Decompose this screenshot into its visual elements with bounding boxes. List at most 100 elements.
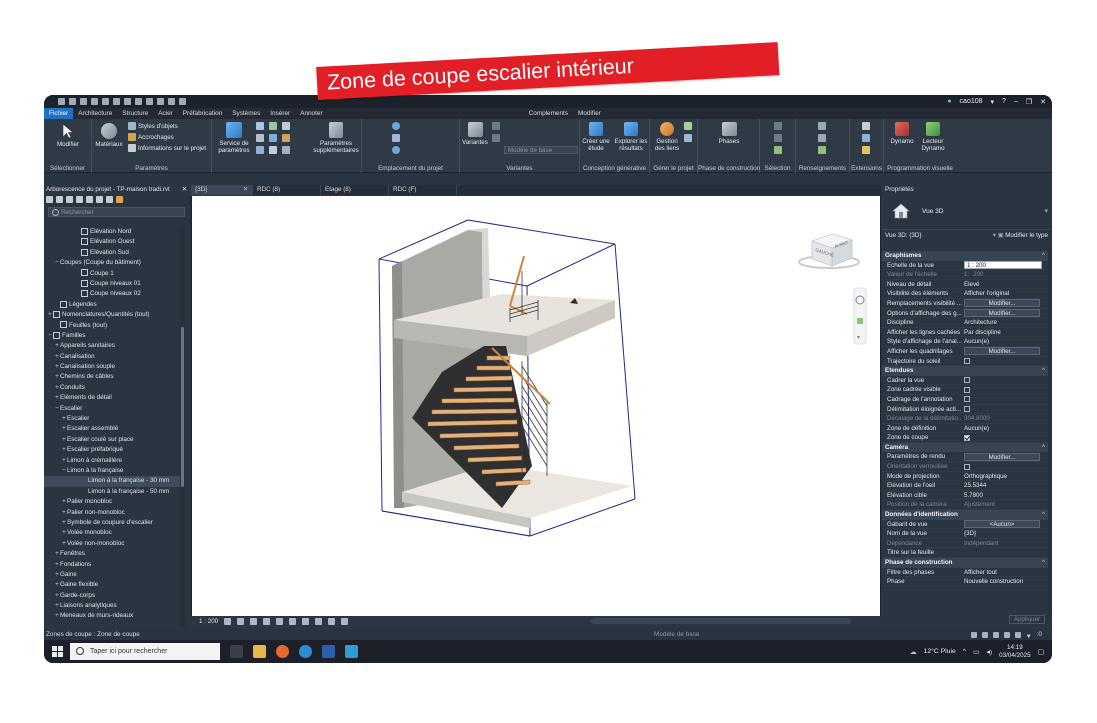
property-checkbox[interactable] [964,396,970,403]
visual-style-icon[interactable] [237,618,245,625]
section-icon[interactable] [168,98,175,105]
property-value[interactable]: {3D} [962,529,1048,538]
location-button[interactable] [392,122,402,130]
panel-schedules-icon[interactable] [269,146,277,154]
position-button[interactable] [392,146,402,154]
property-value[interactable]: <Aucun> [962,520,1048,529]
coordinates-button[interactable] [392,134,402,142]
creer-etude-button[interactable]: Créer une étude [580,122,612,152]
select-pinned-icon[interactable] [992,631,999,638]
browser-close-icon[interactable]: ✕ [182,185,189,194]
service-parametres-button[interactable]: Service de paramètres [216,122,252,154]
select-tool-2[interactable] [774,134,784,142]
tree-item[interactable]: +Gaine flexible [44,580,182,590]
browser-tool-icon[interactable] [76,195,83,203]
structural-settings-icon[interactable] [282,134,290,142]
tree-item[interactable]: −Escalier [44,404,182,414]
tab-fichier[interactable]: Fichier [44,108,74,119]
tab-prefabrication[interactable]: Préfabrication [178,108,227,119]
select-links-icon[interactable] [970,631,977,638]
info-tool[interactable] [818,146,828,154]
property-value[interactable]: Indépendant [962,539,1048,548]
property-value[interactable] [962,376,1048,385]
property-value[interactable]: Afficher l'original [962,289,1048,298]
render-icon[interactable] [276,618,284,625]
apply-button[interactable]: Appliquer [1009,615,1045,624]
properties-section-header[interactable]: Caméra [882,442,1048,453]
minimize-button[interactable]: – [1014,98,1018,105]
canvas-horizontal-scrollbar[interactable] [591,618,851,624]
purge-icon[interactable] [256,134,264,142]
tab-structure[interactable]: Structure [117,108,153,119]
browser-tool-icon[interactable] [86,195,93,203]
temp-hide-icon[interactable] [328,618,336,625]
properties-section-header[interactable]: Données d'identification [882,510,1048,520]
tray-arrow-icon[interactable]: ^ [963,648,966,655]
transfer-standards-icon[interactable] [282,122,290,130]
phases-button[interactable]: Phases [714,122,744,145]
browser-tool-icon[interactable] [46,195,53,203]
materiaux-button[interactable]: Matériaux [94,123,124,148]
property-input[interactable]: 1 : 200 [964,261,1042,270]
property-edit-button[interactable]: <Aucun> [964,520,1040,529]
network-icon[interactable]: ▭ [973,648,979,656]
pick-to-edit-icon[interactable] [492,134,500,142]
open-icon[interactable] [58,98,65,105]
tab-modifier[interactable]: Modifier [573,108,606,119]
reveal-hidden-icon[interactable] [341,618,349,625]
undo-icon[interactable] [91,98,98,105]
notification-icon[interactable]: ▢ [1038,648,1044,656]
project-units-icon[interactable] [269,134,277,142]
tree-item[interactable]: Elévation Ouest [44,237,182,247]
property-edit-button[interactable]: Modifier... [964,347,1040,356]
tree-item[interactable]: +Escalier coulé sur place [44,435,182,445]
tree-item[interactable]: Légendes [44,300,182,310]
select-tool-3[interactable] [774,146,784,154]
thin-lines-icon[interactable] [179,98,186,105]
properties-scrollbar[interactable] [1048,251,1052,611]
tree-item[interactable]: Feuilles (tout) [44,321,182,331]
type-selector[interactable]: Vue 3D ▾ [882,194,1052,230]
tree-item[interactable]: +Gaine [44,570,182,580]
property-value[interactable]: Modifier... [962,452,1048,461]
task-view-icon[interactable] [230,645,243,658]
print-icon[interactable] [113,98,120,105]
property-value[interactable]: Aucun(e) [962,337,1048,346]
browser-tool-icon[interactable] [106,195,113,203]
sync-icon[interactable] [80,98,87,105]
property-value[interactable]: 304.8000 [962,414,1048,423]
browser-scrollbar[interactable] [180,227,185,627]
tree-item[interactable]: +Palier monobloc [44,497,182,507]
property-value[interactable]: Aucun(e) [962,424,1048,433]
shadows-icon[interactable] [263,618,271,625]
edge-icon[interactable] [299,645,312,658]
tab-architecture[interactable]: Architecture [73,108,117,119]
type-dropdown-icon[interactable]: ▾ [1044,207,1048,215]
tree-item[interactable]: +Fondations [44,560,182,570]
tree-item[interactable]: Elévation Sud [44,248,182,258]
browser-scroll-thumb[interactable] [181,327,184,487]
tree-item[interactable]: +Chemins de câbles [44,372,182,382]
navigation-bar[interactable]: ▾ [853,287,867,345]
property-value[interactable]: 5.7800 [962,491,1048,500]
tree-item[interactable]: +Fenêtres [44,549,182,559]
tree-item[interactable]: Coupe niveaux 02 [44,289,182,299]
property-edit-button[interactable]: Modifier... [964,299,1040,308]
tree-item[interactable]: +Appareils sanitaires [44,341,182,351]
property-value[interactable]: Afficher tout [962,568,1048,577]
tree-item[interactable]: +Escalier préfabriqué [44,445,182,455]
cart-icon[interactable]: ▾ [991,98,995,106]
ext-tool-2[interactable] [862,134,872,142]
ids-tool[interactable] [818,122,828,130]
property-value[interactable]: Nouvelle construction [962,577,1048,586]
property-value[interactable]: Modifier... [962,347,1048,356]
browser-tool-icon[interactable] [66,195,73,203]
firefox-icon[interactable] [276,645,289,658]
select-by-face-icon[interactable] [1003,631,1010,638]
browser-search-input[interactable]: Rechercher [48,207,185,217]
file-explorer-icon[interactable] [253,645,266,658]
volume-icon[interactable]: ◂) [986,648,992,656]
instance-selector[interactable]: Vue 3D: {3D} ▾ ▣ Modifier le type [882,230,1052,241]
infos-projet-button[interactable]: Informations sur le projet [128,144,206,152]
help-icon[interactable]: ? [1002,98,1006,105]
